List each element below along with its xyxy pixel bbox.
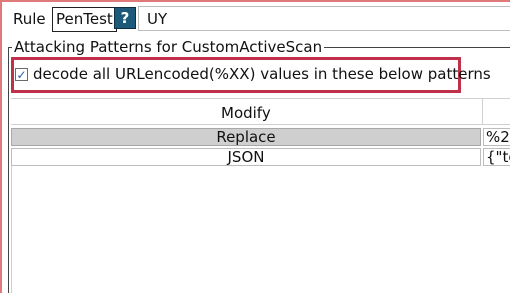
column-header-modify[interactable]: Modify [221,104,271,122]
column-divider[interactable] [482,98,483,125]
cell-value[interactable]: {"te [483,148,510,166]
decode-urlencoded-label[interactable]: decode all URLencoded(%XX) values in the… [33,65,491,83]
help-button[interactable]: ? [114,7,136,29]
cell-modify: Replace [216,128,276,146]
rule-toolbar: Rule PenTest ? UY [0,0,510,37]
table-left-border [11,166,12,293]
pattern-input-value: UY [147,10,168,28]
cell-value[interactable]: %27 [483,128,510,146]
table-row[interactable]: JSON [11,148,481,166]
group-title: Attacking Patterns for CustomActiveScan [12,38,325,56]
pattern-input[interactable]: UY [138,6,510,31]
table-row[interactable]: Replace [11,128,481,146]
decode-urlencoded-checkbox[interactable]: ✓ [15,68,28,81]
cell-modify: JSON [227,148,265,166]
checkmark-icon: ✓ [16,67,27,82]
rule-label: Rule [13,10,46,28]
rule-name-field[interactable]: PenTest [52,7,117,32]
help-question-icon: ? [120,8,130,27]
